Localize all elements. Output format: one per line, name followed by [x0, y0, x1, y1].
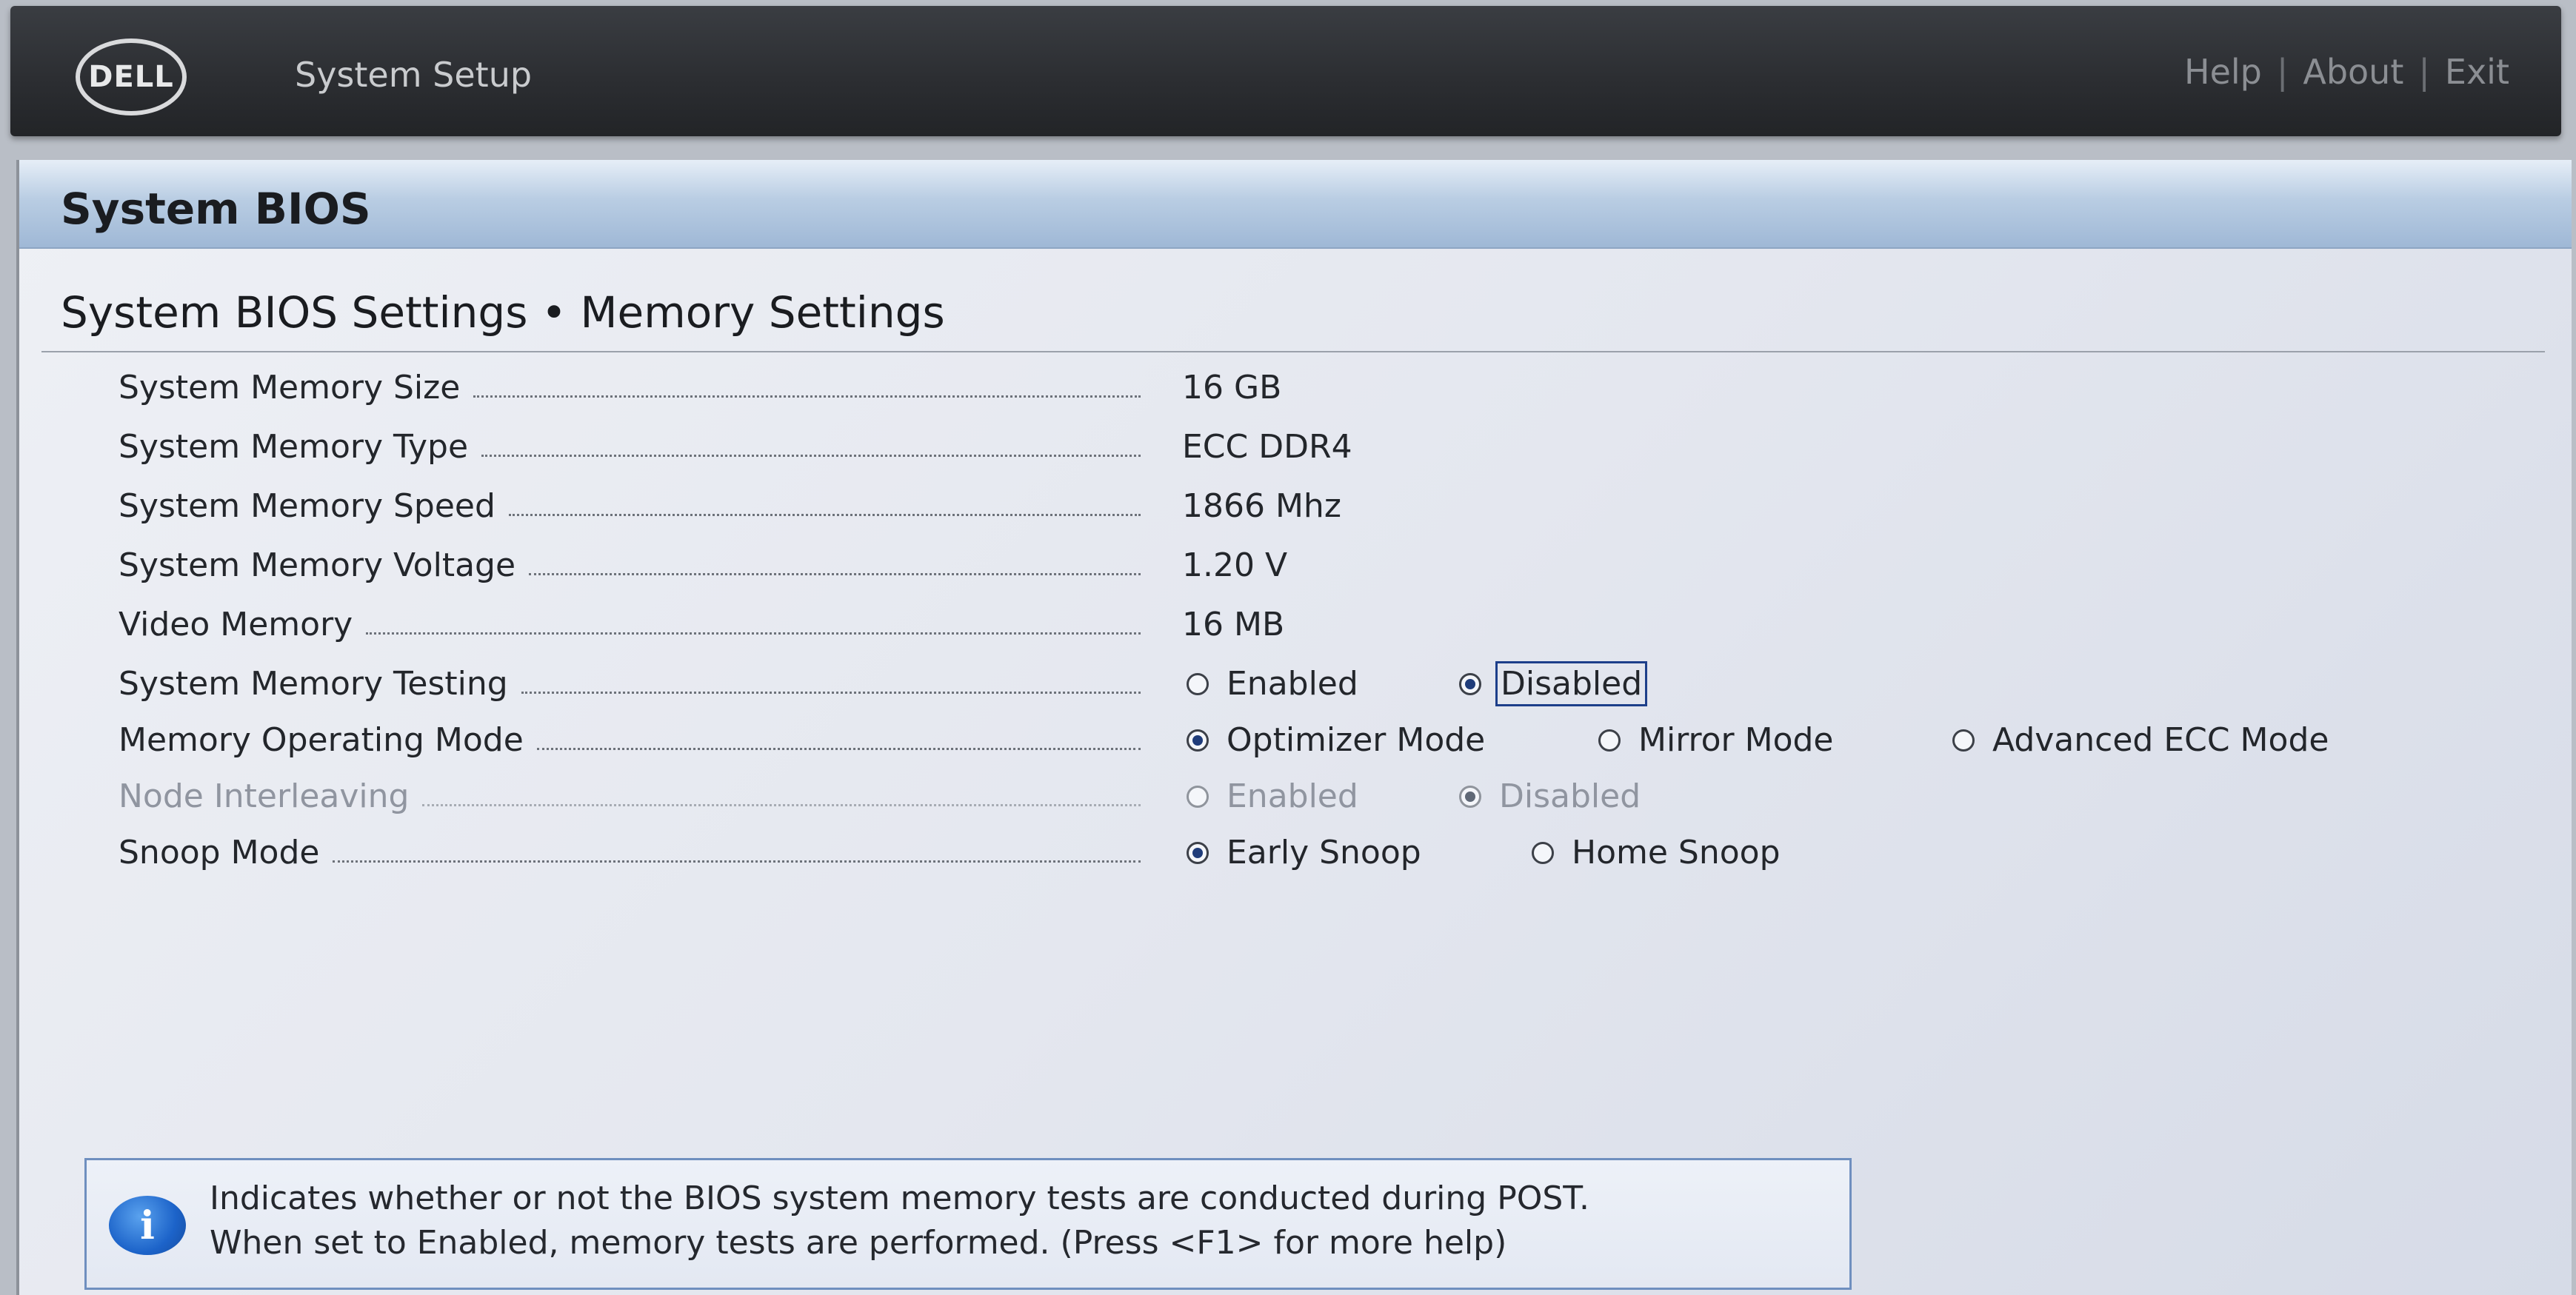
main-panel: System BIOS System BIOS Settings • Memor… — [16, 160, 2572, 1295]
setting-row-memory-voltage: System Memory Voltage 1.20 V — [101, 543, 2545, 595]
setting-value: 1866 Mhz — [1182, 487, 1341, 525]
radio-button-selected-icon — [1187, 729, 1209, 752]
setting-row-memory-testing: System Memory Testing Enabled Disabled — [101, 661, 2545, 714]
radio-node-interleaving-enabled: Enabled — [1187, 777, 1358, 815]
setting-label: System Memory Speed — [119, 487, 1141, 525]
setting-row-memory-size: System Memory Size 16 GB — [101, 366, 2545, 418]
setting-label: Node Interleaving — [119, 777, 1141, 815]
radio-advanced-ecc-mode[interactable]: Advanced ECC Mode — [1952, 721, 2329, 759]
exit-link[interactable]: Exit — [2445, 52, 2509, 92]
setting-label: Snoop Mode — [119, 834, 1141, 871]
setting-label: Memory Operating Mode — [119, 721, 1141, 759]
info-icon: i — [109, 1196, 186, 1255]
top-nav: Help | About | Exit — [2184, 52, 2509, 92]
radio-button-icon — [1187, 785, 1209, 808]
panel-title: System BIOS — [61, 184, 371, 234]
setting-row-snoop-mode: Snoop Mode Early Snoop Home Snoop — [101, 831, 2545, 883]
setting-row-operating-mode: Memory Operating Mode Optimizer Mode Mir… — [101, 718, 2545, 770]
setting-row-node-interleaving: Node Interleaving Enabled Disabled — [101, 774, 2545, 826]
setting-label: System Memory Type — [119, 428, 1141, 466]
radio-memory-testing-enabled[interactable]: Enabled — [1187, 665, 1358, 703]
panel-header: System BIOS — [19, 160, 2572, 249]
radio-memory-testing-disabled[interactable]: Disabled — [1459, 661, 1648, 706]
setting-label: System Memory Size — [119, 369, 1141, 406]
setting-row-memory-type: System Memory Type ECC DDR4 — [101, 425, 2545, 477]
setting-row-memory-speed: System Memory Speed 1866 Mhz — [101, 484, 2545, 536]
help-box: i Indicates whether or not the BIOS syst… — [84, 1158, 1852, 1290]
radio-optimizer-mode[interactable]: Optimizer Mode — [1187, 721, 1485, 759]
setting-label: System Memory Voltage — [119, 546, 1141, 584]
page-title: System BIOS Settings • Memory Settings — [61, 287, 945, 338]
help-link[interactable]: Help — [2184, 52, 2262, 92]
about-link[interactable]: About — [2303, 52, 2403, 92]
setting-value: 16 GB — [1182, 369, 1282, 406]
nav-separator: | — [2418, 52, 2430, 92]
setting-row-video-memory: Video Memory 16 MB — [101, 603, 2545, 655]
radio-node-interleaving-disabled: Disabled — [1459, 777, 1641, 815]
top-bar: DELL System Setup Help | About | Exit — [10, 6, 2561, 136]
radio-button-icon — [1532, 841, 1554, 864]
radio-home-snoop[interactable]: Home Snoop — [1532, 834, 1781, 871]
radio-button-selected-icon — [1459, 785, 1481, 808]
setting-value: 1.20 V — [1182, 546, 1288, 584]
radio-button-selected-icon — [1187, 841, 1209, 864]
app-title: System Setup — [295, 55, 533, 95]
setting-label: Video Memory — [119, 606, 1141, 643]
radio-early-snoop[interactable]: Early Snoop — [1187, 834, 1421, 871]
radio-button-icon — [1187, 672, 1209, 695]
title-divider — [41, 351, 2545, 352]
setting-value: ECC DDR4 — [1182, 428, 1352, 466]
radio-button-icon — [1952, 729, 1975, 752]
radio-button-icon — [1598, 729, 1621, 752]
help-text: Indicates whether or not the BIOS system… — [210, 1177, 1589, 1265]
setting-label: System Memory Testing — [119, 665, 1141, 703]
help-line: When set to Enabled, memory tests are pe… — [210, 1224, 1507, 1262]
nav-separator: | — [2276, 52, 2289, 92]
help-line: Indicates whether or not the BIOS system… — [210, 1179, 1589, 1217]
dell-logo: DELL — [76, 39, 187, 116]
radio-mirror-mode[interactable]: Mirror Mode — [1598, 721, 1834, 759]
radio-button-selected-icon — [1459, 672, 1481, 695]
setting-value: 16 MB — [1182, 606, 1285, 643]
